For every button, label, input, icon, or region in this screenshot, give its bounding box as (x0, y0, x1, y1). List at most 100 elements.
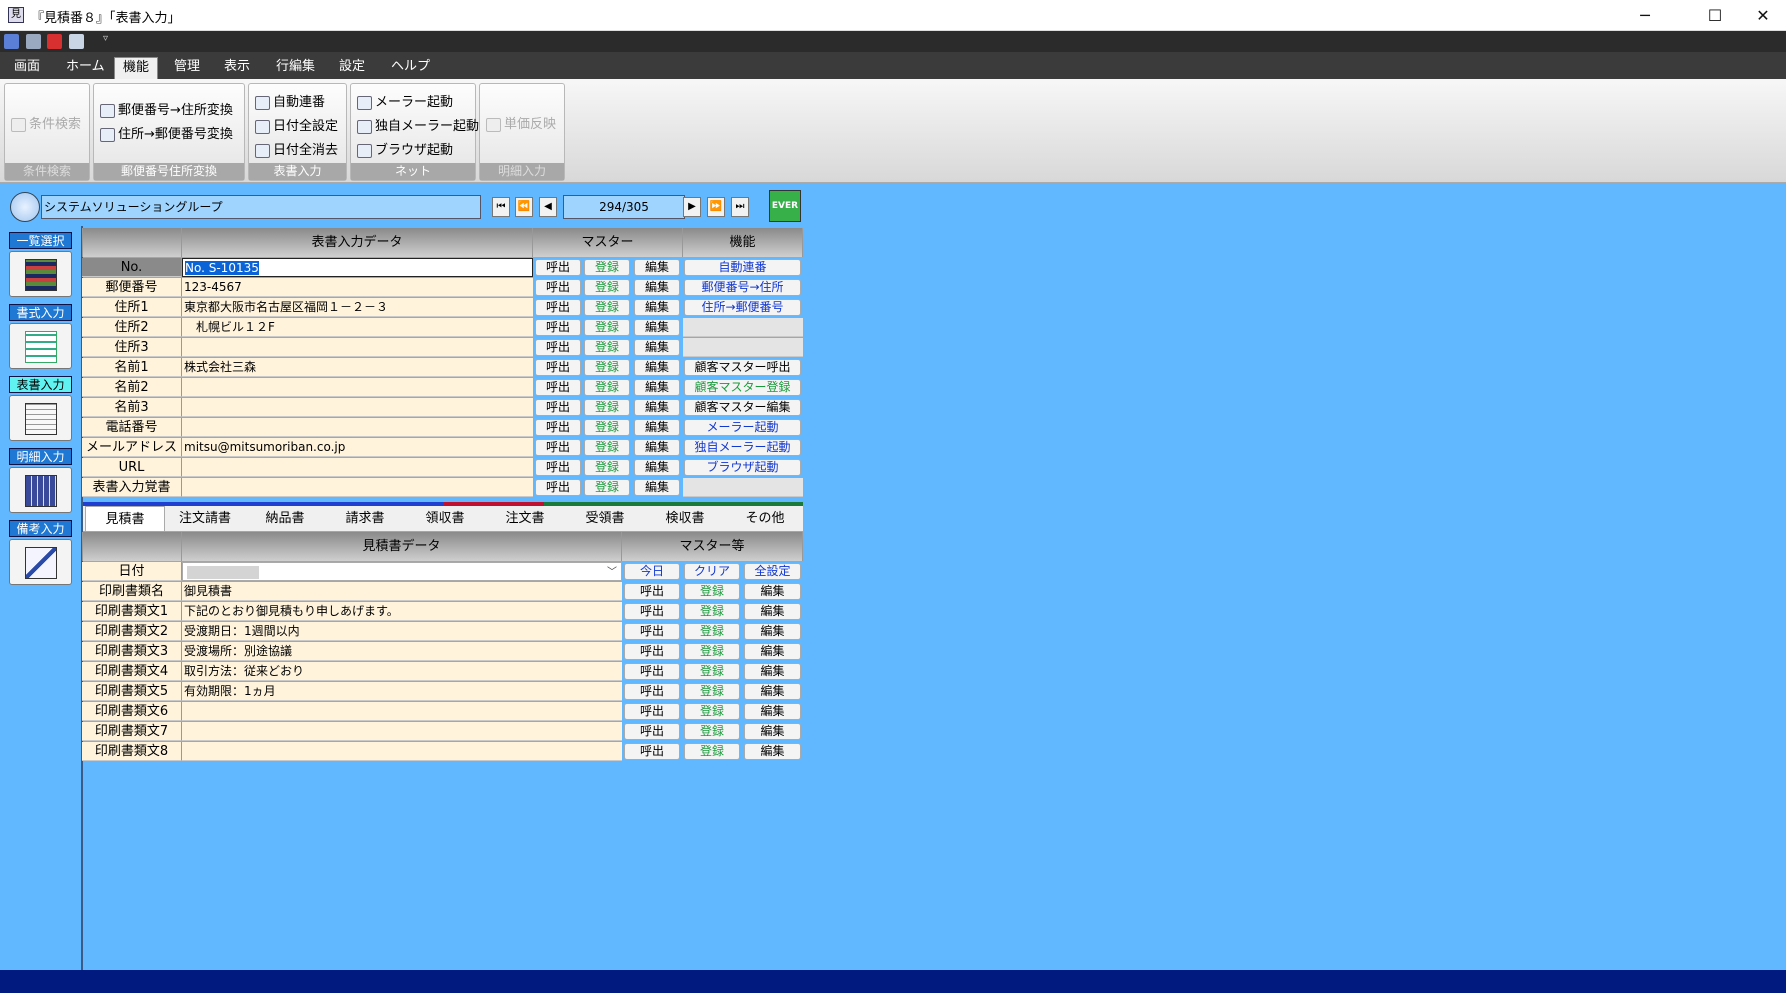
tab-6[interactable]: 注文書 (485, 506, 565, 531)
postal-to-address-button[interactable]: 郵便番号→住所変換 (98, 101, 233, 121)
call-button[interactable]: 呼出 (535, 299, 581, 316)
tab-7[interactable]: 受領書 (565, 506, 645, 531)
call-button[interactable]: 呼出 (624, 703, 680, 720)
call-button[interactable]: 呼出 (535, 459, 581, 476)
browser-button[interactable]: ブラウザ起動 (355, 141, 453, 161)
call-button[interactable]: 呼出 (624, 663, 680, 680)
edit-button[interactable]: 編集 (744, 723, 801, 740)
register-button[interactable]: 登録 (584, 259, 630, 276)
menu-manage[interactable]: 管理 (166, 57, 208, 79)
tab-1[interactable]: 見積書 (85, 506, 165, 531)
call-button[interactable]: 呼出 (535, 319, 581, 336)
prev-page-icon[interactable]: ⏪ (515, 197, 533, 217)
edit-button[interactable]: 編集 (634, 399, 680, 416)
call-button[interactable]: 呼出 (535, 259, 581, 276)
menu-function[interactable]: 機能 (114, 57, 159, 79)
function-button[interactable]: メーラー起動 (684, 419, 801, 436)
register-button[interactable]: 登録 (684, 703, 740, 720)
estimate-row-value[interactable]: 下記のとおり御見積もり申しあげます。 (182, 602, 622, 621)
function-button[interactable]: 独自メーラー起動 (684, 439, 801, 456)
close-button[interactable]: ✕ (1740, 0, 1786, 31)
estimate-row-value[interactable]: 御見積書 (182, 582, 622, 601)
mailer-button[interactable]: メーラー起動 (355, 93, 453, 113)
edit-button[interactable]: 編集 (744, 703, 801, 720)
edit-button[interactable]: 編集 (634, 379, 680, 396)
edit-button[interactable]: 編集 (634, 359, 680, 376)
register-button[interactable]: 登録 (584, 379, 630, 396)
menu-settings[interactable]: 設定 (331, 57, 373, 79)
cover-row-value[interactable] (182, 418, 533, 437)
auto-number-button[interactable]: 自動連番 (253, 93, 325, 113)
cover-row-value[interactable] (182, 398, 533, 417)
estimate-row-value[interactable] (182, 702, 622, 721)
register-button[interactable]: 登録 (584, 419, 630, 436)
register-button[interactable]: 登録 (684, 663, 740, 680)
next-page-icon[interactable]: ⏩ (707, 197, 725, 217)
call-button[interactable]: 呼出 (624, 583, 680, 600)
call-button[interactable]: 呼出 (624, 723, 680, 740)
date-all-set-button[interactable]: 日付全設定 (253, 117, 338, 137)
note-edit-icon[interactable] (9, 539, 72, 585)
own-mailer-button[interactable]: 独自メーラー起動 (355, 117, 479, 137)
cover-row-value[interactable]: 東京都大阪市名古屋区福岡１－２－３ (182, 298, 533, 317)
edit-button[interactable]: 編集 (744, 603, 801, 620)
call-button[interactable]: 呼出 (535, 419, 581, 436)
call-button[interactable]: 呼出 (535, 479, 581, 496)
ever-icon[interactable]: EVER (769, 190, 801, 222)
cover-row-value[interactable] (182, 478, 533, 497)
function-button[interactable]: ブラウザ起動 (684, 459, 801, 476)
cover-row-value[interactable] (182, 338, 533, 357)
call-button[interactable]: 呼出 (535, 379, 581, 396)
cover-row-value[interactable] (182, 458, 533, 477)
edit-button[interactable]: 編集 (634, 339, 680, 356)
register-button[interactable]: 登録 (684, 743, 740, 760)
register-button[interactable]: 登録 (584, 339, 630, 356)
minimize-button[interactable]: ─ (1622, 0, 1668, 31)
prev-record-icon[interactable]: ◀ (539, 197, 557, 217)
edit-button[interactable]: 編集 (634, 439, 680, 456)
search-condition-button[interactable]: 条件検索 (9, 115, 81, 135)
menu-help[interactable]: ヘルプ (383, 57, 438, 79)
register-button[interactable]: 登録 (684, 583, 740, 600)
edit-button[interactable]: 編集 (744, 583, 801, 600)
tab-3[interactable]: 納品書 (245, 506, 325, 531)
call-button[interactable]: 呼出 (624, 603, 680, 620)
company-name-field[interactable]: システムソリューショングループ (41, 195, 481, 219)
register-button[interactable]: 登録 (584, 399, 630, 416)
preview-icon[interactable] (69, 34, 84, 49)
print-icon[interactable] (26, 34, 41, 49)
call-button[interactable]: 呼出 (535, 399, 581, 416)
tab-9[interactable]: その他 (725, 506, 805, 531)
estimate-row-value[interactable]: 受渡場所：別途協議 (182, 642, 622, 661)
edit-button[interactable]: 編集 (634, 419, 680, 436)
register-button[interactable]: 登録 (584, 279, 630, 296)
menu-view[interactable]: 表示 (216, 57, 258, 79)
tab-8[interactable]: 検収書 (645, 506, 725, 531)
edit-button[interactable]: 編集 (634, 479, 680, 496)
call-button[interactable]: 呼出 (535, 339, 581, 356)
customize-toolbar-icon[interactable]: ▿ (103, 33, 108, 44)
register-button[interactable]: 登録 (684, 623, 740, 640)
edit-button[interactable]: 編集 (634, 299, 680, 316)
price-reflect-button[interactable]: 単価反映 (484, 115, 556, 135)
call-button[interactable]: 呼出 (624, 683, 680, 700)
menu-screen[interactable]: 画面 (6, 57, 48, 79)
edit-button[interactable]: 編集 (744, 663, 801, 680)
next-record-icon[interactable]: ▶ (683, 197, 701, 217)
call-button[interactable]: 呼出 (535, 279, 581, 296)
function-button[interactable]: 顧客マスター呼出 (684, 359, 801, 376)
cover-row-value[interactable]: No. S-10135 (182, 258, 533, 277)
call-button[interactable]: 呼出 (535, 359, 581, 376)
search-record-icon[interactable] (10, 192, 40, 222)
nav-detail-input[interactable]: 明細入力 (9, 448, 72, 513)
function-button[interactable]: 郵便番号→住所 (684, 279, 801, 296)
today-button[interactable]: 今日 (624, 563, 680, 580)
address-to-postal-button[interactable]: 住所→郵便番号変換 (98, 125, 233, 145)
function-button[interactable]: 顧客マスター登録 (684, 379, 801, 396)
estimate-row-value[interactable]: 有効期限：1ヵ月 (182, 682, 622, 701)
cover-row-value[interactable]: mitsu@mitsumoriban.co.jp (182, 438, 533, 457)
function-button[interactable]: 顧客マスター編集 (684, 399, 801, 416)
register-button[interactable]: 登録 (684, 603, 740, 620)
first-record-icon[interactable]: ⏮ (492, 197, 510, 217)
call-button[interactable]: 呼出 (624, 623, 680, 640)
